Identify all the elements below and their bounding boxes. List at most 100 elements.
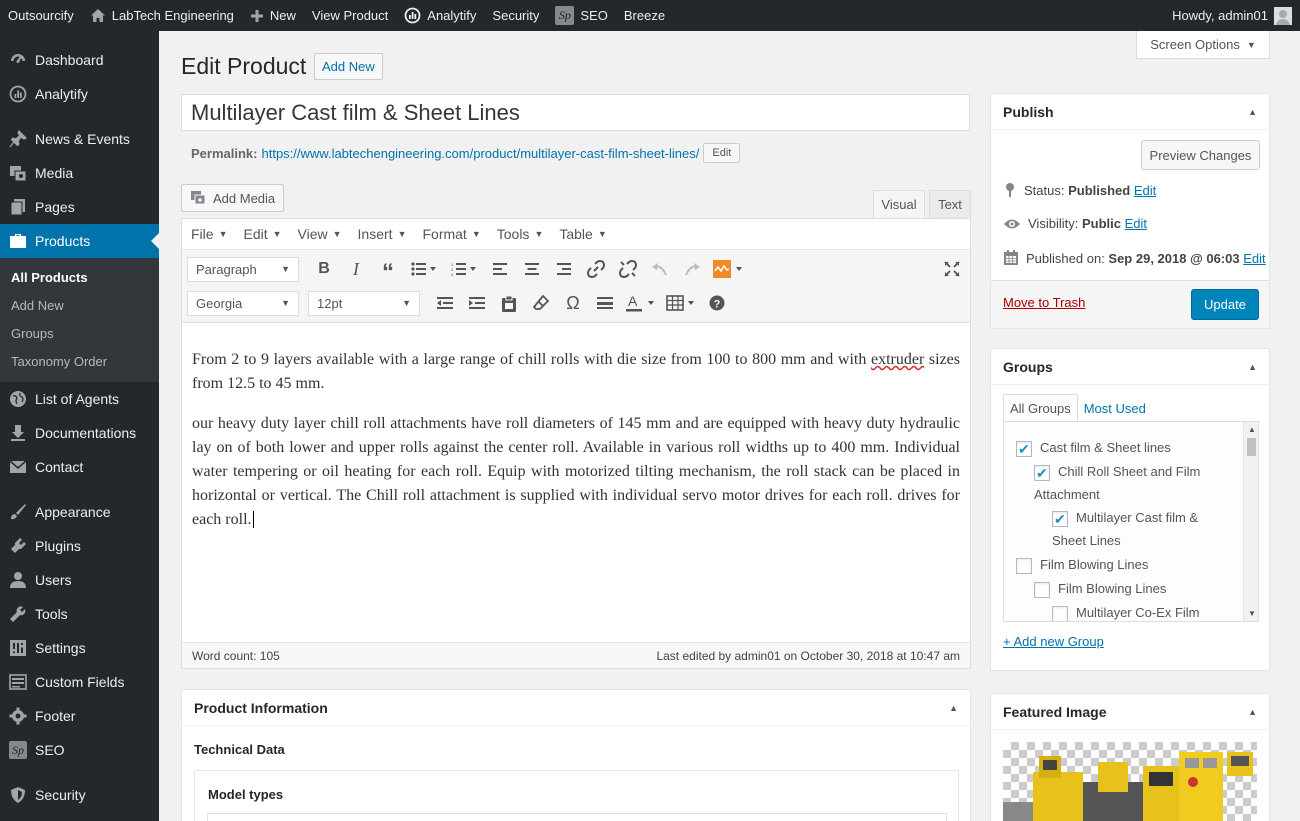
sidebar-item-media[interactable]: Media xyxy=(0,156,159,190)
tab-most-used[interactable]: Most Used xyxy=(1078,394,1152,422)
special-character-button[interactable]: Ω xyxy=(557,289,589,317)
view-product-link[interactable]: View Product xyxy=(304,0,396,31)
submenu-groups[interactable]: Groups xyxy=(0,320,159,348)
align-center-button[interactable] xyxy=(516,255,548,283)
submenu-all-products[interactable]: All Products xyxy=(0,264,159,292)
scroll-down-icon[interactable]: ▼ xyxy=(1248,609,1256,618)
sidebar-item-seo[interactable]: Sp SEO xyxy=(0,733,159,767)
sidebar-item-contact[interactable]: Contact xyxy=(0,450,159,484)
bold-button[interactable]: B xyxy=(308,255,340,283)
collapse-arrow-icon[interactable]: ▲ xyxy=(1248,707,1257,717)
featured-image-thumbnail[interactable] xyxy=(1003,742,1257,821)
group-item[interactable]: Film Blowing Lines xyxy=(1016,553,1148,576)
scroll-up-icon[interactable]: ▲ xyxy=(1248,425,1256,434)
paste-text-button[interactable] xyxy=(493,289,525,317)
home-link[interactable]: LabTech Engineering xyxy=(82,0,242,31)
add-new-group-link[interactable]: + Add new Group xyxy=(1003,634,1104,649)
publish-header[interactable]: Publish ▲ xyxy=(991,94,1269,130)
sidebar-item-documentations[interactable]: Documentations xyxy=(0,416,159,450)
redo-button[interactable] xyxy=(676,255,708,283)
format-select[interactable]: Paragraph ▼ xyxy=(187,256,299,282)
analytify-link[interactable]: Analytify xyxy=(396,0,484,31)
italic-button[interactable]: I xyxy=(340,255,372,283)
sidebar-item-analytify[interactable]: Analytify xyxy=(0,77,159,111)
sidebar-item-news-events[interactable]: News & Events xyxy=(0,122,159,156)
blockquote-button[interactable]: “ xyxy=(372,255,404,286)
menu-table[interactable]: Table ▼ xyxy=(559,226,606,242)
checkbox[interactable] xyxy=(1016,557,1032,574)
fullscreen-button[interactable] xyxy=(936,255,968,283)
permalink-edit-button[interactable]: Edit xyxy=(703,143,741,163)
sidebar-item-pages[interactable]: Pages xyxy=(0,190,159,224)
featured-image-header[interactable]: Featured Image ▲ xyxy=(991,694,1269,730)
sidebar-item-settings[interactable]: Settings xyxy=(0,631,159,665)
table-button[interactable] xyxy=(661,289,701,317)
remove-link-button[interactable] xyxy=(612,255,644,283)
help-button[interactable]: ? xyxy=(701,289,733,317)
indent-button[interactable] xyxy=(461,289,493,317)
align-right-button[interactable] xyxy=(548,255,580,283)
sidebar-item-appearance[interactable]: Appearance xyxy=(0,495,159,529)
font-family-select[interactable]: Georgia ▼ xyxy=(187,290,299,316)
sidebar-item-users[interactable]: Users xyxy=(0,563,159,597)
sidebar-item-products[interactable]: Products xyxy=(0,224,159,258)
breeze-link[interactable]: Breeze xyxy=(616,0,673,31)
site-link[interactable]: Outsourcify xyxy=(0,0,82,31)
new-menu[interactable]: New xyxy=(242,0,304,31)
group-item[interactable]: Film Blowing Lines xyxy=(1034,577,1166,600)
add-new-button[interactable]: Add New xyxy=(314,53,383,80)
groups-scrollbar[interactable]: ▲ ▼ xyxy=(1243,422,1258,621)
group-item[interactable]: Multilayer Co-Ex Film xyxy=(1052,601,1200,621)
menu-tools[interactable]: Tools ▼ xyxy=(497,226,544,242)
preview-changes-button[interactable]: Preview Changes xyxy=(1141,140,1260,170)
move-to-trash-link[interactable]: Move to Trash xyxy=(1003,295,1085,310)
submenu-add-new[interactable]: Add New xyxy=(0,292,159,320)
collapse-arrow-icon[interactable]: ▲ xyxy=(949,703,958,713)
sidebar-item-plugins[interactable]: Plugins xyxy=(0,529,159,563)
collapse-arrow-icon[interactable]: ▲ xyxy=(1248,362,1257,372)
tab-visual[interactable]: Visual xyxy=(873,190,925,218)
font-size-select[interactable]: 12pt ▼ xyxy=(308,290,420,316)
align-left-button[interactable] xyxy=(484,255,516,283)
group-item[interactable]: Multilayer Cast film & xyxy=(1052,506,1198,531)
status-edit-link[interactable]: Edit xyxy=(1134,183,1156,198)
plugin-button[interactable] xyxy=(708,255,750,283)
menu-edit[interactable]: Edit ▼ xyxy=(243,226,281,242)
clear-formatting-button[interactable] xyxy=(525,289,557,317)
security-link[interactable]: Security xyxy=(484,0,547,31)
published-edit-link[interactable]: Edit xyxy=(1243,251,1265,266)
group-item[interactable]: Chill Roll Sheet and Film xyxy=(1034,460,1200,485)
permalink-link[interactable]: https://www.labtechengineering.com/produ… xyxy=(261,146,699,161)
sidebar-item-footer[interactable]: Footer xyxy=(0,699,159,733)
collapse-arrow-icon[interactable]: ▲ xyxy=(1248,107,1257,117)
checkbox-checked[interactable] xyxy=(1052,508,1068,531)
screen-options-button[interactable]: Screen Options ▼ xyxy=(1136,31,1270,59)
menu-insert[interactable]: Insert ▼ xyxy=(358,226,407,242)
product-information-header[interactable]: Product Information ▲ xyxy=(182,690,970,726)
groups-header[interactable]: Groups ▲ xyxy=(991,349,1269,385)
sidebar-item-security[interactable]: Security xyxy=(0,778,159,812)
visibility-edit-link[interactable]: Edit xyxy=(1125,216,1147,231)
submenu-taxonomy-order[interactable]: Taxonomy Order xyxy=(0,348,159,376)
sidebar-item-tools[interactable]: Tools xyxy=(0,597,159,631)
outdent-button[interactable] xyxy=(429,289,461,317)
sidebar-item-custom-fields[interactable]: Custom Fields xyxy=(0,665,159,699)
checkbox-checked[interactable] xyxy=(1034,462,1050,485)
scroll-thumb[interactable] xyxy=(1247,438,1256,456)
tab-all-groups[interactable]: All Groups xyxy=(1003,394,1078,422)
horizontal-line-button[interactable] xyxy=(589,289,621,317)
seo-link[interactable]: Sp SEO xyxy=(547,0,615,31)
checkbox[interactable] xyxy=(1052,605,1068,621)
menu-view[interactable]: View ▼ xyxy=(298,226,342,242)
menu-format[interactable]: Format ▼ xyxy=(422,226,480,242)
update-button[interactable]: Update xyxy=(1191,289,1259,320)
group-item[interactable]: Cast film & Sheet lines xyxy=(1016,436,1171,461)
editor-content[interactable]: From 2 to 9 layers available with a larg… xyxy=(182,323,970,532)
insert-link-button[interactable] xyxy=(580,255,612,283)
checkbox[interactable] xyxy=(1034,581,1050,598)
text-color-button[interactable]: A xyxy=(621,289,661,317)
add-media-button[interactable]: Add Media xyxy=(181,184,284,212)
menu-file[interactable]: File ▼ xyxy=(191,226,227,242)
sidebar-item-dashboard[interactable]: Dashboard xyxy=(0,43,159,77)
undo-button[interactable] xyxy=(644,255,676,283)
